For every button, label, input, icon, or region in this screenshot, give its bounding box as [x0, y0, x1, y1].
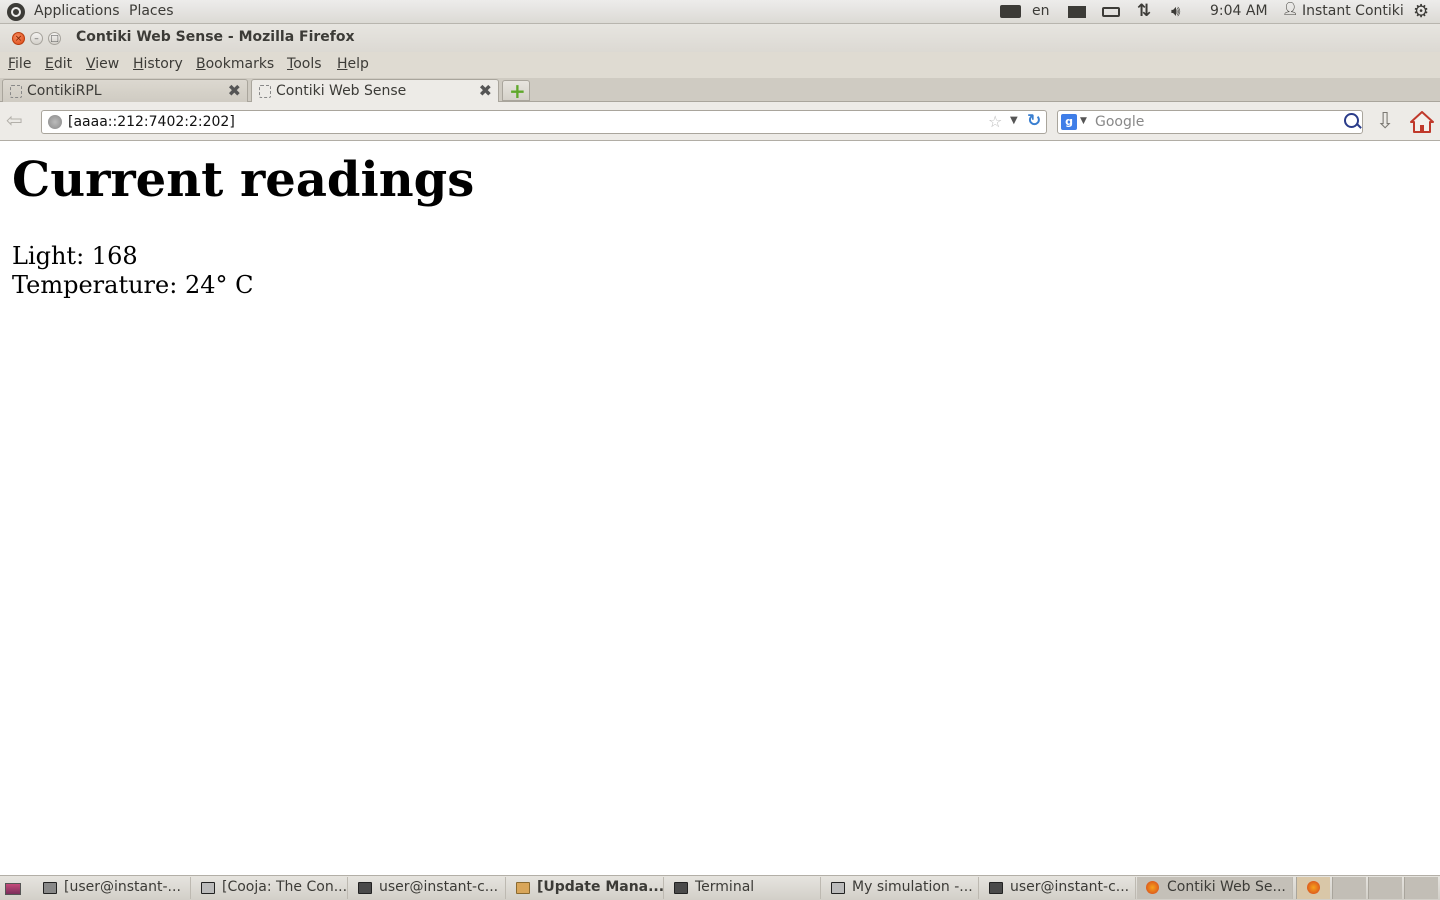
window-close-button[interactable]: × [12, 32, 25, 45]
taskbar-item[interactable]: user@instant-c... [349, 877, 506, 899]
tab-contikirpl[interactable]: ContikiRPL ✖ [2, 79, 248, 102]
page-content: Current readings Light: 168 Temperature:… [0, 141, 1440, 875]
tab-close-icon[interactable]: ✖ [228, 81, 241, 100]
site-identity-icon[interactable] [48, 115, 62, 129]
menu-tools[interactable]: Tools [287, 56, 322, 72]
clock[interactable]: 9:04 AM [1210, 3, 1268, 19]
menu-file[interactable]: File [8, 56, 31, 72]
page-favicon-icon [259, 85, 271, 98]
keyboard-layout[interactable]: en [1032, 3, 1050, 19]
window-title-bar: × – □ Contiki Web Sense - Mozilla Firefo… [0, 24, 1440, 52]
taskbar-item-active[interactable]: Contiki Web Se... [1137, 877, 1293, 899]
bookmark-star-icon[interactable]: ☆ [988, 112, 1002, 131]
taskbar-item-label: user@instant-c... [379, 879, 499, 895]
navigation-toolbar: ⇦ ☆ ▼ ↻ g ▼ ⇩ [0, 102, 1440, 141]
downloads-icon[interactable]: ⇩ [1376, 109, 1394, 134]
url-bar[interactable]: ☆ ▼ ↻ [41, 110, 1047, 134]
network-icon[interactable]: ⇅ [1137, 1, 1151, 21]
battery-icon[interactable] [1102, 7, 1120, 17]
menu-help[interactable]: Help [337, 56, 369, 72]
tab-close-icon[interactable]: ✖ [479, 81, 492, 100]
menu-history[interactable]: History [133, 56, 183, 72]
window-icon [831, 882, 845, 894]
places-menu[interactable]: Places [129, 3, 174, 19]
taskbar-item-label: Contiki Web Se... [1167, 879, 1286, 895]
show-desktop-icon[interactable] [5, 883, 21, 895]
temperature-reading: Temperature: 24° C [12, 271, 254, 299]
workspace-3[interactable] [1368, 877, 1402, 899]
light-reading: Light: 168 [12, 242, 138, 270]
workspace-1[interactable] [1296, 877, 1330, 899]
page-favicon-icon [10, 85, 22, 98]
tab-strip: ContikiRPL ✖ Contiki Web Sense ✖ + [0, 78, 1440, 103]
firefox-icon [1146, 881, 1159, 894]
terminal-icon [989, 882, 1003, 894]
plus-icon: + [509, 79, 526, 103]
google-engine-icon[interactable]: g [1061, 114, 1077, 130]
window-maximize-button[interactable]: □ [48, 32, 61, 45]
taskbar-item[interactable]: [user@instant-... [34, 877, 191, 899]
menu-edit[interactable]: Edit [45, 56, 72, 72]
url-history-dropdown-icon[interactable]: ▼ [1010, 115, 1018, 126]
search-engine-dropdown-icon[interactable]: ▼ [1080, 116, 1087, 126]
taskbar-item[interactable]: user@instant-c... [980, 877, 1136, 899]
user-menu[interactable]: Instant Contiki [1302, 3, 1404, 19]
menu-bar: File Edit View History Bookmarks Tools H… [0, 52, 1440, 78]
taskbar-item-label: My simulation -... [852, 879, 973, 895]
home-icon[interactable] [1410, 111, 1434, 133]
search-icon[interactable] [1344, 113, 1359, 128]
taskbar-item[interactable]: [Update Mana... [507, 877, 664, 899]
firefox-icon [1307, 881, 1320, 894]
taskbar-item-label: Terminal [695, 879, 755, 895]
terminal-icon [674, 882, 688, 894]
url-input[interactable] [68, 113, 948, 131]
taskbar-item-label: [Update Mana... [537, 879, 665, 895]
menu-view[interactable]: View [86, 56, 119, 72]
new-tab-button[interactable]: + [502, 79, 530, 103]
reload-icon[interactable]: ↻ [1027, 111, 1041, 131]
window-icon [201, 882, 215, 894]
taskbar-item[interactable]: [Cooja: The Con... [192, 877, 348, 899]
tab-label: Contiki Web Sense [276, 83, 407, 99]
applications-menu[interactable]: Applications [34, 3, 120, 19]
terminal-icon [358, 882, 372, 894]
menu-bookmarks[interactable]: Bookmarks [196, 56, 274, 72]
tab-label: ContikiRPL [27, 83, 102, 99]
taskbar-item-label: [user@instant-... [64, 879, 181, 895]
ubuntu-logo-icon[interactable] [7, 3, 25, 21]
volume-icon[interactable]: 🔊︎ [1171, 2, 1180, 20]
back-arrow-icon[interactable]: ⇦ [6, 110, 30, 130]
taskbar-item-label: [Cooja: The Con... [222, 879, 348, 895]
keyboard-icon[interactable] [1000, 5, 1021, 18]
workspace-2[interactable] [1332, 877, 1366, 899]
taskbar-item[interactable]: My simulation -... [822, 877, 979, 899]
search-bar[interactable]: g ▼ [1057, 110, 1363, 134]
window-title: Contiki Web Sense - Mozilla Firefox [76, 29, 355, 45]
bottom-taskbar: [user@instant-... [Cooja: The Con... use… [0, 875, 1440, 900]
user-icon: 👤︎ [1282, 2, 1299, 17]
taskbar-item-label: user@instant-c... [1010, 879, 1130, 895]
power-gear-icon[interactable]: ⚙︎ [1413, 1, 1429, 22]
workspace-4[interactable] [1404, 877, 1438, 899]
window-icon [43, 882, 57, 894]
page-heading: Current readings [12, 152, 475, 208]
update-manager-icon [516, 882, 530, 894]
taskbar-item[interactable]: Terminal [665, 877, 821, 899]
top-panel: Applications Places en ⇅ 🔊︎ 9:04 AM 👤︎ I… [0, 0, 1440, 24]
mail-icon[interactable] [1068, 6, 1086, 18]
search-input[interactable] [1095, 113, 1335, 131]
window-minimize-button[interactable]: – [30, 32, 43, 45]
tab-contiki-web-sense[interactable]: Contiki Web Sense ✖ [251, 79, 499, 102]
